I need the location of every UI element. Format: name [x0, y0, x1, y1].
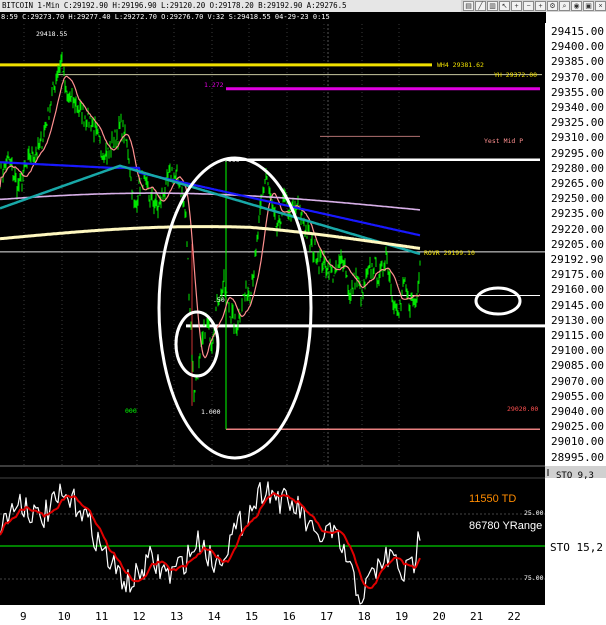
- bars-icon[interactable]: ▥: [487, 1, 498, 11]
- time-tick-label: 13: [170, 610, 184, 623]
- time-tick-label: 21: [470, 610, 484, 623]
- yh-label: YH 29372.00: [494, 71, 538, 79]
- price-tick-label: 29415.00: [551, 25, 604, 38]
- price-tick-label: 29325.00: [551, 116, 604, 130]
- price-tick-label: 29280.00: [551, 161, 604, 175]
- plus-icon[interactable]: +: [535, 1, 546, 11]
- time-tick-label: 9: [20, 610, 27, 623]
- price-tick-label: 29355.00: [551, 85, 604, 99]
- ma-slow-line: [0, 225, 421, 250]
- wh4-label: WH4 29381.62: [437, 61, 484, 69]
- price-tick-label: 29085.00: [551, 359, 604, 373]
- yest-mid-label: Yest Mid P: [484, 137, 524, 145]
- annotation-ellipse-target: [474, 286, 522, 316]
- header-quote-text: BITCOIN 1-Min C:29192.90 H:29196.90 L:29…: [2, 1, 347, 10]
- price-tick-label: 29100.00: [551, 344, 604, 358]
- time-tick-label: 20: [432, 610, 446, 623]
- price-tick-label: 29055.00: [551, 389, 604, 403]
- time-tick-label: 14: [207, 610, 221, 623]
- time-tick-label: 22: [507, 610, 521, 623]
- cursor-icon[interactable]: ↖: [499, 1, 510, 11]
- time-tick-label: 19: [395, 610, 409, 623]
- time-tick-label: 12: [132, 610, 146, 623]
- price-tick-label: 29295.00: [551, 146, 604, 160]
- time-tick-label: 10: [57, 610, 71, 623]
- zoom-icon[interactable]: ⌕: [559, 1, 570, 11]
- time-axis-panel: [0, 605, 545, 625]
- rovr-label: ROVR 29199.10: [424, 249, 475, 257]
- top-left-value: 29418.55: [36, 30, 68, 38]
- price-tick-label: 29400.00: [551, 40, 604, 54]
- sto-label: STO 15,2: [550, 541, 603, 554]
- ma-200-line: [0, 192, 421, 211]
- td-label: 11550 TD: [469, 493, 517, 505]
- ma-100-line: [0, 161, 421, 237]
- sto-d-line: [0, 492, 421, 590]
- time-tick-label: 11: [95, 610, 109, 623]
- price-tick-label: 29340.00: [551, 101, 604, 114]
- toolbar: ▤ ╱ ▥ ↖ + − + ⚙ ⌕ ◉ ▣ ×: [461, 0, 606, 12]
- price-tick-label: 28995.00: [551, 450, 604, 464]
- price-tick-label: 29235.00: [551, 207, 604, 221]
- price-tick-label: 29220.00: [551, 222, 604, 236]
- minus-icon[interactable]: −: [523, 1, 534, 11]
- fib-000-top-label: .000: [224, 156, 240, 164]
- price-tick-label: 29115.00: [551, 329, 604, 342]
- sto-level-25-label: 25.00: [524, 509, 544, 517]
- price-tick-label: 29160.00: [551, 283, 604, 297]
- price-tick-label: 29370.00: [551, 70, 604, 84]
- yrange-label: 86780 YRange: [469, 520, 543, 532]
- last-price-marker: 29192.90: [548, 253, 606, 267]
- crosshair-icon[interactable]: +: [511, 1, 522, 11]
- price-tick-label: 29310.00: [551, 131, 604, 145]
- price-tick-label: 29250.00: [551, 192, 604, 206]
- sto-level-75-label: 75.00: [524, 574, 544, 582]
- price-tick-label: 29130.00: [551, 313, 604, 327]
- price-tick-label: 29385.00: [551, 55, 604, 69]
- price-tick-label: 29175.00: [551, 268, 604, 282]
- chart-style-icon[interactable]: ▤: [463, 1, 474, 11]
- time-tick-label: 15: [245, 610, 259, 623]
- fib-1272-label: 1.272: [204, 81, 224, 89]
- price-tick-label: 29025.00: [551, 420, 604, 434]
- annotation-ellipse-large: [157, 156, 313, 460]
- fib-1000-label: 1.000: [201, 408, 221, 416]
- ma-fast-line: [0, 75, 421, 359]
- time-tick-label: 16: [282, 610, 296, 623]
- close-icon[interactable]: ×: [595, 1, 606, 11]
- price-tick-label: 29070.00: [551, 374, 604, 388]
- cursor-bar-readout: 8:59 C:29273.70 H:29277.40 L:29272.70 O:…: [0, 12, 546, 23]
- fib-50-label: .50: [213, 296, 225, 304]
- price-tick-label: 29265.00: [551, 177, 604, 190]
- magnet-icon[interactable]: ◉: [571, 1, 582, 11]
- time-tick-label: 17: [320, 610, 334, 623]
- time-tick-label: 18: [357, 610, 371, 623]
- bottom-right-label: 29020.00: [507, 405, 539, 413]
- price-tick-label: 29040.00: [551, 405, 604, 418]
- price-tick-label: 29145.00: [551, 298, 604, 312]
- settings-icon[interactable]: ⚙: [547, 1, 558, 11]
- line-icon[interactable]: ╱: [475, 1, 486, 11]
- price-tick-label: 29010.00: [551, 435, 604, 449]
- price-tick-label: 29205.00: [551, 237, 604, 251]
- bottom-zero-label: 000: [125, 407, 137, 415]
- lock-icon[interactable]: ▣: [583, 1, 594, 11]
- sto-top-label: STO 9,3: [556, 471, 594, 481]
